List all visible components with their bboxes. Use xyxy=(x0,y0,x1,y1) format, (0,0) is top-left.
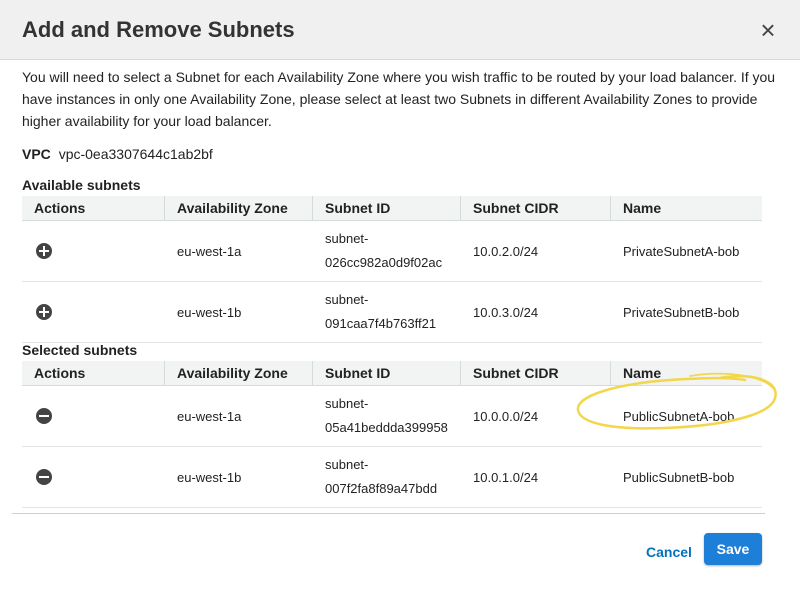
zone-cell: eu-west-1a xyxy=(177,243,242,259)
selected-subnets-table: Actions Availability Zone Subnet ID Subn… xyxy=(22,361,762,508)
name-cell: PrivateSubnetB-bob xyxy=(623,304,740,320)
subnet-id-line1: subnet- xyxy=(325,231,369,246)
name-cell: PrivateSubnetA-bob xyxy=(623,243,740,259)
subnet-id-line2: 007f2fa8f89a47bdd xyxy=(325,481,438,496)
table-row: eu-west-1a subnet- 05a41beddda399958 10.… xyxy=(22,386,762,447)
subnet-id-line2: 091caa7f4b763ff21 xyxy=(325,316,437,331)
selected-subnets-label: Selected subnets xyxy=(22,342,138,358)
subnet-id-cell: subnet- 05a41beddda399958 xyxy=(313,386,461,446)
cancel-button[interactable]: Cancel xyxy=(646,544,692,560)
subnet-id-line1: subnet- xyxy=(325,396,369,411)
subnet-id-line1: subnet- xyxy=(325,292,369,307)
save-button[interactable]: Save xyxy=(704,533,762,565)
cidr-cell: 10.0.0.0/24 xyxy=(473,408,539,424)
add-subnet-icon[interactable] xyxy=(36,243,52,259)
cidr-cell: 10.0.1.0/24 xyxy=(473,469,539,485)
zone-cell: eu-west-1a xyxy=(177,408,242,424)
vpc-info: VPC vpc-0ea3307644c1ab2bf xyxy=(22,146,213,162)
subnet-id-line2: 026cc982a0d9f02ac xyxy=(325,255,443,270)
available-subnets-table: Actions Availability Zone Subnet ID Subn… xyxy=(22,196,762,343)
dialog-title: Add and Remove Subnets xyxy=(22,17,295,42)
remove-subnet-icon[interactable] xyxy=(36,469,52,485)
vpc-label: VPC xyxy=(22,146,51,162)
name-cell: PublicSubnetB-bob xyxy=(623,469,735,485)
col-name: Name xyxy=(623,200,662,216)
close-icon[interactable]: × xyxy=(756,16,780,44)
cidr-cell: 10.0.2.0/24 xyxy=(473,243,539,259)
col-actions: Actions xyxy=(22,196,165,220)
table-row: eu-west-1b subnet- 091caa7f4b763ff21 10.… xyxy=(22,282,762,343)
dialog-description: You will need to select a Subnet for eac… xyxy=(22,69,776,129)
table-header: Actions Availability Zone Subnet ID Subn… xyxy=(22,196,762,221)
subnet-id-cell: subnet- 091caa7f4b763ff21 xyxy=(313,282,461,342)
remove-subnet-icon[interactable] xyxy=(36,408,52,424)
name-cell: PublicSubnetA-bob xyxy=(623,408,735,424)
zone-cell: eu-west-1b xyxy=(177,304,242,320)
subnet-id-line2: 05a41beddda399958 xyxy=(325,420,448,435)
col-actions: Actions xyxy=(22,361,165,385)
col-subnet-id: Subnet ID xyxy=(313,196,461,220)
table-header: Actions Availability Zone Subnet ID Subn… xyxy=(22,361,762,386)
cidr-cell: 10.0.3.0/24 xyxy=(473,304,539,320)
footer-divider xyxy=(12,513,765,514)
col-availability-zone: Availability Zone xyxy=(165,196,313,220)
col-name: Name xyxy=(623,365,662,381)
table-row: eu-west-1a subnet- 026cc982a0d9f02ac 10.… xyxy=(22,221,762,282)
vpc-value: vpc-0ea3307644c1ab2bf xyxy=(58,146,213,162)
col-subnet-cidr: Subnet CIDR xyxy=(461,196,611,220)
subnet-id-cell: subnet- 007f2fa8f89a47bdd xyxy=(313,447,461,507)
add-subnet-icon[interactable] xyxy=(36,304,52,320)
col-subnet-cidr: Subnet CIDR xyxy=(461,361,611,385)
available-subnets-label: Available subnets xyxy=(22,177,141,193)
zone-cell: eu-west-1b xyxy=(177,469,242,485)
subnet-id-cell: subnet- 026cc982a0d9f02ac xyxy=(313,221,461,281)
col-subnet-id: Subnet ID xyxy=(313,361,461,385)
table-row: eu-west-1b subnet- 007f2fa8f89a47bdd 10.… xyxy=(22,447,762,508)
subnet-id-line1: subnet- xyxy=(325,457,369,472)
dialog-header: Add and Remove Subnets × xyxy=(0,0,800,60)
col-availability-zone: Availability Zone xyxy=(165,361,313,385)
